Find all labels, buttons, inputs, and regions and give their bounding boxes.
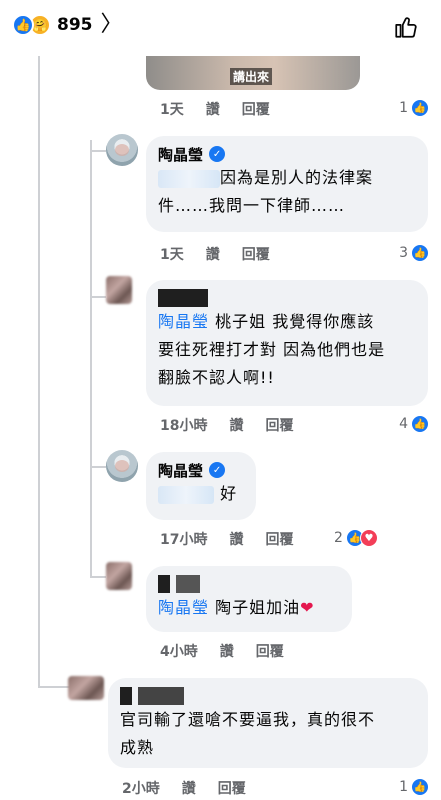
comment-actions: 4小時 讚 回覆: [160, 641, 306, 661]
comment-like-count[interactable]: 3 👍: [399, 244, 429, 262]
reaction-summary[interactable]: 👍 🤗 895 〉: [12, 14, 123, 36]
comment-time: 1天: [160, 247, 184, 263]
comment-like-count[interactable]: 1 👍: [399, 99, 429, 117]
redacted-author: [176, 575, 200, 593]
love-icon: ♥: [359, 529, 378, 547]
like-link[interactable]: 讚: [206, 99, 220, 119]
redacted-mention: [158, 169, 220, 188]
like-icon: 👍: [12, 14, 34, 36]
verified-badge-icon: ✓: [209, 462, 226, 478]
like-link[interactable]: 讚: [182, 778, 196, 798]
redacted-author: [138, 687, 184, 705]
thread-line-h2: [90, 296, 106, 298]
comment-time: 17小時: [160, 532, 208, 548]
comment-time: 2小時: [122, 781, 160, 797]
comment-actions: 1天 讚 回覆: [160, 244, 292, 264]
comment-bubble[interactable]: 官司輸了還嗆不要逼我，真的很不 成熟: [108, 678, 428, 768]
comment-like-count[interactable]: 4 👍: [399, 415, 429, 433]
comment-bubble[interactable]: 陶晶瑩 桃子姐 我覺得你應該 要往死裡打才對 因為他們也是 翻臉不認人啊!!: [146, 280, 428, 406]
reply-link[interactable]: 回覆: [242, 244, 270, 264]
thread-line-h3: [90, 466, 106, 468]
comment-time: 1天: [160, 102, 184, 118]
comment-media[interactable]: 講出來: [146, 56, 360, 90]
media-caption: 講出來: [230, 68, 273, 85]
reaction-count: 895: [57, 15, 93, 35]
comment-text: 好: [158, 480, 244, 508]
reactions-header: 👍 🤗 895 〉: [0, 0, 441, 56]
verified-badge-icon: ✓: [209, 146, 226, 162]
avatar[interactable]: [106, 450, 138, 482]
like-icon: 👍: [411, 415, 429, 433]
comment-actions: 2小時 讚 回覆: [122, 778, 268, 798]
thread-line-h4: [90, 576, 106, 578]
redacted-author: [158, 289, 208, 307]
avatar[interactable]: [68, 676, 104, 700]
comment-actions: 18小時 讚 回覆: [160, 415, 315, 435]
like-icon: 👍: [411, 99, 429, 117]
like-link[interactable]: 讚: [220, 641, 234, 661]
comment-time: 18小時: [160, 418, 208, 434]
comment-bubble[interactable]: 陶晶瑩 ✓ 因為是別人的法律案 件……我問一下律師……: [146, 136, 428, 232]
avatar[interactable]: [106, 562, 132, 590]
thread-line-main: [38, 56, 40, 688]
comment-like-count[interactable]: 2 👍 ♥: [334, 529, 378, 547]
thread-line-nested: [90, 140, 92, 578]
like-link[interactable]: 讚: [206, 244, 220, 264]
thread-line-h1: [90, 150, 106, 152]
comment-text: 陶晶瑩 陶子姐加油❤: [158, 598, 315, 617]
like-link[interactable]: 讚: [229, 415, 243, 435]
like-link[interactable]: 讚: [229, 529, 243, 549]
like-button-icon[interactable]: [393, 14, 419, 40]
like-icon: 👍: [411, 778, 429, 796]
redacted-author: [158, 575, 170, 593]
reply-link[interactable]: 回覆: [265, 415, 293, 435]
heart-icon: ❤: [300, 598, 315, 617]
reply-link[interactable]: 回覆: [242, 99, 270, 119]
reply-link[interactable]: 回覆: [256, 641, 284, 661]
comment-actions: 17小時 讚 回覆: [160, 529, 315, 549]
comment-actions: 1天 讚 回覆: [160, 99, 292, 119]
reply-link[interactable]: 回覆: [265, 529, 293, 549]
comment-author[interactable]: 陶晶瑩: [158, 460, 203, 481]
redacted-author: [120, 687, 132, 705]
reply-link[interactable]: 回覆: [218, 778, 246, 798]
comment-author[interactable]: 陶晶瑩: [158, 144, 203, 165]
like-icon: 👍: [411, 244, 429, 262]
comment-time: 4小時: [160, 644, 198, 660]
redacted-mention: [158, 485, 214, 504]
mention-link[interactable]: 陶晶瑩: [158, 598, 209, 617]
mention-link[interactable]: 陶晶瑩: [158, 312, 209, 331]
comment-bubble[interactable]: 陶晶瑩 ✓ 好: [146, 452, 256, 520]
avatar[interactable]: [106, 276, 132, 304]
comment-text: 陶晶瑩 桃子姐 我覺得你應該 要往死裡打才對 因為他們也是 翻臉不認人啊!!: [158, 312, 386, 387]
comment-like-count[interactable]: 1 👍: [399, 778, 429, 796]
chevron-right-icon: 〉: [100, 12, 123, 37]
avatar[interactable]: [106, 134, 138, 166]
comment-text: 因為是別人的法律案 件……我問一下律師……: [158, 168, 374, 215]
comment-bubble[interactable]: 陶晶瑩 陶子姐加油❤: [146, 566, 352, 632]
comment-text: 官司輸了還嗆不要逼我，真的很不 成熟: [120, 710, 376, 757]
